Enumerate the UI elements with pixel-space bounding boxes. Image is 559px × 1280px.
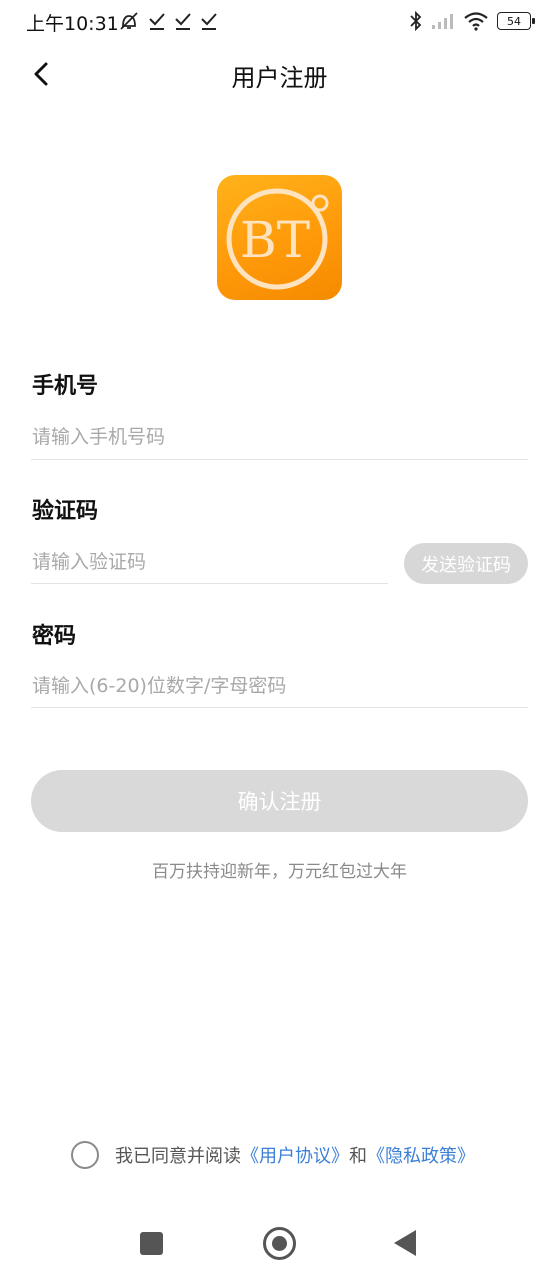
- phone-divider: [31, 459, 528, 460]
- status-bar: 上午10:31 54: [0, 0, 559, 44]
- check-icon: [174, 10, 192, 32]
- bluetooth-icon: [409, 10, 423, 32]
- phone-input[interactable]: [32, 415, 528, 459]
- password-divider: [31, 707, 528, 708]
- logo-text: BT: [240, 211, 310, 269]
- bt-logo-icon: BT: [226, 188, 329, 290]
- home-icon[interactable]: [263, 1227, 296, 1260]
- page-title: 用户注册: [231, 64, 328, 92]
- battery-level: 54: [507, 14, 521, 28]
- promo-text: 百万扶持迎新年，万元红包过大年: [152, 862, 407, 882]
- battery-icon: 54: [497, 12, 535, 30]
- submit-register-button[interactable]: 确认注册: [31, 770, 528, 832]
- code-label: 验证码: [32, 499, 99, 524]
- agreement-row: 我已同意并阅读 《用户协议》 和 《隐私政策》: [71, 1140, 475, 1170]
- system-nav-bar: [0, 1220, 559, 1268]
- recent-apps-icon[interactable]: [140, 1232, 163, 1255]
- check-icon: [148, 10, 166, 32]
- check-icon: [200, 10, 218, 32]
- phone-label: 手机号: [32, 374, 99, 399]
- send-code-button[interactable]: 发送验证码: [404, 543, 528, 584]
- wifi-icon: [463, 11, 489, 31]
- agree-checkbox[interactable]: [71, 1141, 99, 1169]
- agreement-conjunction: 和: [349, 1146, 367, 1167]
- privacy-policy-link[interactable]: 《隐私政策》: [367, 1142, 475, 1168]
- code-divider: [31, 583, 388, 584]
- nav-bar: 用户注册: [0, 50, 559, 98]
- signal-icon: [431, 11, 455, 31]
- alarm-off-icon: [118, 10, 140, 32]
- password-label: 密码: [32, 624, 77, 649]
- user-agreement-link[interactable]: 《用户协议》: [241, 1142, 349, 1168]
- status-time: 上午10:31: [26, 13, 119, 35]
- status-left-icons: [118, 10, 218, 32]
- app-logo: BT: [217, 175, 342, 300]
- password-input[interactable]: [32, 664, 528, 708]
- code-input[interactable]: [32, 540, 387, 584]
- status-right-icons: 54: [409, 10, 535, 32]
- back-triangle-icon[interactable]: [394, 1230, 416, 1256]
- agreement-prefix: 我已同意并阅读: [115, 1146, 241, 1167]
